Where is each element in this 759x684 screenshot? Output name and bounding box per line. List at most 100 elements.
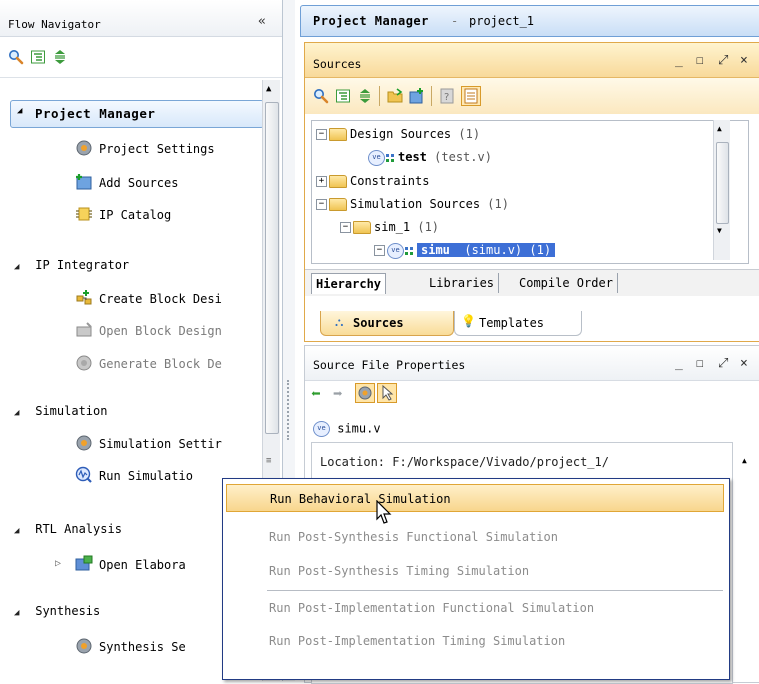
scroll-down-arrow-icon[interactable]: ▼ — [717, 226, 722, 235]
nav-item-open-elaborated-design[interactable]: Open Elabora — [99, 558, 186, 572]
tree-node-simu[interactable]: − ve simu (simu.v) (1) — [374, 239, 556, 261]
nav-item-synthesis-settings[interactable]: Synthesis Se — [99, 640, 186, 654]
toolbar-divider — [379, 86, 380, 106]
sources-panel-header: Sources _ ☐ ⤢ × — [305, 43, 759, 78]
collapse-button[interactable]: « — [258, 14, 266, 29]
expand-all-icon[interactable] — [52, 49, 68, 65]
back-arrow-icon[interactable]: ⬅ — [311, 384, 321, 403]
add-sources-icon[interactable] — [409, 88, 425, 104]
tree-node-constraints[interactable]: + Constraints — [316, 170, 429, 192]
expanded-triangle-icon: ◢ — [14, 526, 20, 536]
menu-item-run-post-implementation-functional[interactable]: Run Post-Implementation Functional Simul… — [223, 594, 729, 622]
menu-item-run-behavioral-simulation[interactable]: Run Behavioral Simulation — [226, 484, 724, 512]
scroll-up-arrow-icon[interactable]: ▲ — [742, 456, 747, 465]
scrollbar-thumb[interactable] — [716, 142, 729, 224]
tab-label: Templates — [479, 316, 545, 330]
collapse-toggle-icon[interactable]: − — [316, 129, 327, 140]
tree-node-test[interactable]: ve test (test.v) — [368, 146, 492, 168]
forward-arrow-icon[interactable]: ➡ — [333, 384, 343, 403]
nav-section-ip-integrator[interactable]: ◢ IP Integrator — [14, 258, 129, 272]
expand-toggle-icon[interactable]: + — [316, 176, 327, 187]
grip-icon: ≡ — [266, 456, 272, 466]
nav-item-simulation-settings[interactable]: Simulation Settir — [99, 437, 222, 451]
module-icon — [386, 153, 394, 162]
flow-navigator-toolbar — [0, 37, 282, 78]
nav-item-run-simulation[interactable]: Run Simulatio — [99, 469, 193, 483]
tab-templates[interactable]: 💡 Templates — [454, 311, 582, 336]
close-icon[interactable]: × — [740, 356, 748, 371]
settings-gear-icon — [76, 140, 92, 156]
nav-item-generate-block-design[interactable]: Generate Block De — [99, 357, 222, 371]
collapse-toggle-icon[interactable]: − — [374, 245, 385, 256]
tab-libraries[interactable]: Libraries — [425, 273, 500, 293]
nav-section-label: RTL Analysis — [35, 522, 122, 536]
tree-node-label: simu — [421, 243, 450, 257]
close-icon[interactable]: × — [740, 53, 748, 68]
float-icon[interactable]: ⤢ — [718, 356, 728, 371]
run-simulation-icon — [75, 466, 92, 483]
sources-tree-scrollbar[interactable]: ▲ ▼ — [713, 120, 730, 260]
nav-item-ip-catalog[interactable]: IP Catalog — [99, 208, 171, 222]
menu-separator — [267, 590, 723, 591]
sources-view-tabs: Hierarchy Libraries Compile Order — [305, 269, 759, 296]
panel-bottom-tabs: ⛬ Sources 💡 Templates — [304, 305, 759, 339]
menu-item-label: Run Behavioral Simulation — [270, 492, 451, 506]
collapse-toggle-icon[interactable]: − — [316, 199, 327, 210]
tree-node-sim-1[interactable]: − sim_1 (1) — [340, 216, 439, 238]
search-icon[interactable] — [313, 88, 329, 104]
tab-sources[interactable]: ⛬ Sources — [320, 311, 454, 336]
tab-compile-order[interactable]: Compile Order — [515, 273, 618, 293]
collapsed-triangle-icon[interactable]: ▷ — [55, 558, 61, 569]
sources-tree[interactable]: − Design Sources (1) ve test (test.v) + Con… — [311, 120, 749, 264]
tree-node-simulation-sources[interactable]: − Simulation Sources (1) — [316, 193, 509, 215]
help-icon[interactable]: ? — [439, 88, 455, 104]
collapse-all-icon[interactable] — [335, 88, 351, 104]
collapse-all-icon[interactable] — [30, 49, 46, 65]
nav-section-rtl-analysis[interactable]: ◢ RTL Analysis — [14, 522, 122, 536]
verilog-file-icon: ve — [313, 421, 330, 437]
properties-panel-header: Source File Properties _ ☐ ⤢ × — [305, 346, 759, 381]
menu-item-run-post-synthesis-functional[interactable]: Run Post-Synthesis Functional Simulation — [223, 523, 729, 551]
tree-node-label: test — [398, 150, 427, 164]
open-block-design-icon — [76, 322, 92, 337]
nav-item-project-settings[interactable]: Project Settings — [99, 142, 215, 156]
scroll-up-arrow-icon[interactable]: ▲ — [717, 124, 722, 133]
tab-hierarchy[interactable]: Hierarchy — [311, 273, 387, 294]
nav-item-create-block-design[interactable]: Create Block Desi — [99, 292, 222, 306]
minimize-icon[interactable]: _ — [675, 356, 683, 371]
scrollbar-thumb[interactable] — [265, 102, 279, 434]
nav-section-project-manager[interactable]: ◢ Project Manager — [10, 100, 264, 128]
maximize-icon[interactable]: ☐ — [696, 356, 704, 371]
search-icon[interactable] — [8, 49, 24, 65]
nav-section-synthesis[interactable]: ◢ Synthesis — [14, 604, 100, 618]
sources-panel: Sources _ ☐ ⤢ × ? − Design Sources (1) v… — [304, 42, 759, 342]
settings-gear-icon[interactable] — [355, 383, 375, 403]
pointer-icon[interactable] — [377, 383, 397, 403]
settings-gear-icon — [76, 435, 92, 451]
folder-icon — [329, 128, 347, 141]
tree-node-label: Constraints — [350, 174, 430, 188]
menu-item-run-post-synthesis-timing[interactable]: Run Post-Synthesis Timing Simulation — [223, 557, 729, 585]
nav-item-open-block-design[interactable]: Open Block Design — [99, 324, 222, 338]
nav-section-simulation[interactable]: ◢ Simulation — [14, 404, 107, 418]
maximize-icon[interactable]: ☐ — [696, 53, 704, 68]
float-icon[interactable]: ⤢ — [718, 53, 728, 68]
properties-toolbar: ⬅ ➡ — [305, 381, 759, 409]
collapse-toggle-icon[interactable]: − — [340, 222, 351, 233]
expand-all-icon[interactable] — [357, 88, 373, 104]
minimize-icon[interactable]: _ — [675, 53, 683, 68]
generate-block-design-icon — [76, 355, 92, 371]
menu-item-run-post-implementation-timing[interactable]: Run Post-Implementation Timing Simulatio… — [223, 627, 729, 655]
menu-item-label: Run Post-Synthesis Timing Simulation — [269, 564, 530, 578]
tab-label: Sources — [353, 316, 404, 330]
open-folder-icon[interactable] — [387, 88, 403, 104]
nav-item-add-sources[interactable]: Add Sources — [99, 176, 178, 190]
lightbulb-icon: 💡 — [461, 314, 476, 328]
properties-toggle-icon[interactable] — [461, 86, 481, 106]
scroll-up-arrow-icon[interactable]: ▲ — [266, 84, 271, 94]
properties-panel-title: Source File Properties — [313, 358, 466, 372]
tree-node-count: (1) — [487, 197, 509, 211]
sources-tab-icon: ⛬ — [335, 315, 344, 329]
nav-section-label: Synthesis — [35, 604, 101, 618]
tree-node-design-sources[interactable]: − Design Sources (1) — [316, 123, 480, 145]
